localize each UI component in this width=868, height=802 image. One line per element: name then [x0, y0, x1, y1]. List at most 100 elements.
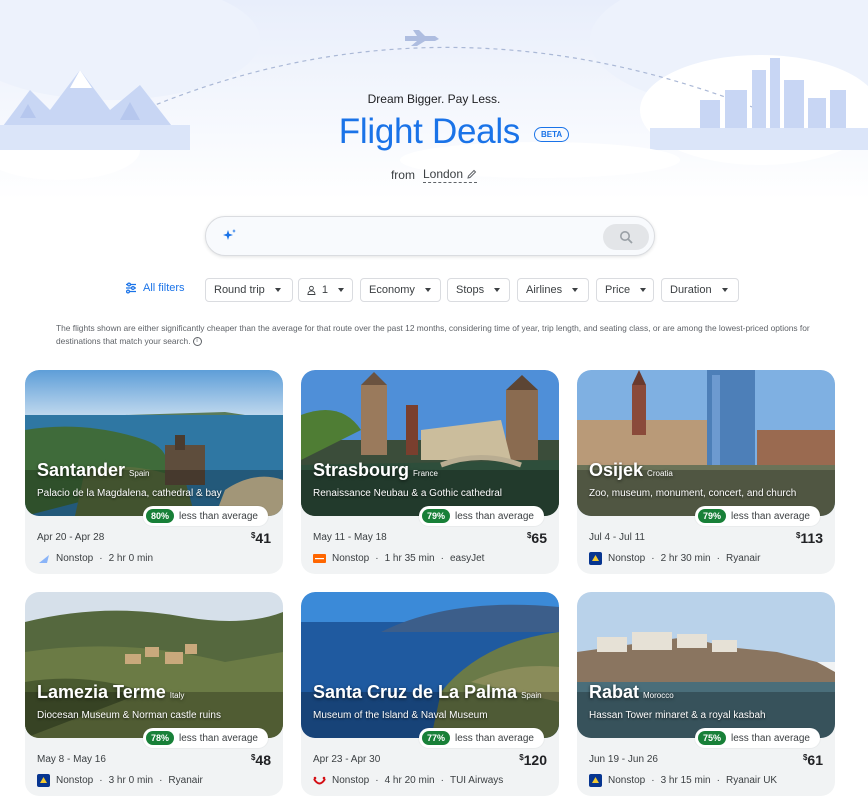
stops-dropdown[interactable]: Stops — [447, 278, 510, 302]
destination-country: Croatia — [647, 469, 673, 478]
flight-info: Nonstop · 4 hr 20 min · TUI Airways — [313, 774, 503, 787]
flight-info: Nonstop · 2 hr 0 min — [37, 552, 153, 565]
class-label: Economy — [369, 284, 415, 296]
trip-dates: Apr 20 - Apr 28 — [37, 532, 105, 543]
airline-name: easyJet — [449, 553, 485, 564]
person-icon — [307, 285, 316, 295]
savings-percent: 79% — [698, 509, 727, 523]
from-label: from — [390, 168, 415, 182]
all-filters-label: All filters — [143, 282, 185, 294]
savings-label: less than average — [179, 510, 258, 522]
search-button[interactable] — [603, 224, 649, 250]
deal-card[interactable]: Santander Spain Palacio de la Magdalena, … — [25, 370, 283, 574]
deal-card[interactable]: Santa Cruz de La Palma Spain Museum of th… — [301, 592, 559, 796]
deal-card[interactable]: Lamezia Terme Italy Diocesan Museum & Nor… — [25, 592, 283, 796]
ryanair-logo-icon — [589, 774, 602, 787]
stops-label: Stops — [456, 284, 485, 296]
chevron-down-icon — [338, 288, 344, 292]
airlines-dropdown[interactable]: Airlines — [517, 278, 589, 302]
savings-percent: 75% — [698, 731, 727, 745]
ryanair-logo-icon — [37, 774, 50, 787]
destination-highlights: Museum of the Island & Naval Museum — [313, 710, 488, 721]
trip-dates: Jun 19 - Jun 26 — [589, 754, 658, 765]
tui-logo-icon — [313, 774, 326, 787]
savings-badge: 79% less than average — [695, 506, 820, 526]
duration-text: 2 hr 30 min — [660, 553, 711, 564]
stops-text: Nonstop — [332, 775, 370, 786]
disclaimer-text: The flights shown are either significant… — [56, 323, 810, 346]
search-bar — [205, 216, 655, 256]
search-icon — [620, 231, 633, 244]
title-row: Flight Deals BETA — [0, 112, 868, 152]
deal-price: $120 — [519, 752, 547, 768]
deal-card[interactable]: Strasbourg France Renaissance Neubau & a … — [301, 370, 559, 574]
savings-percent: 77% — [422, 731, 451, 745]
deal-card[interactable]: Osijek Croatia Zoo, museum, monument, con… — [577, 370, 835, 574]
chevron-down-icon — [494, 288, 501, 292]
flight-info: Nonstop · 2 hr 30 min · Ryanair — [589, 552, 760, 565]
chevron-down-icon — [572, 288, 579, 292]
deal-price: $65 — [526, 530, 547, 546]
airline-name: TUI Airways — [449, 775, 504, 786]
destination-highlights: Renaissance Neubau & a Gothic cathedral — [313, 488, 503, 499]
trip-dates: Apr 23 - Apr 30 — [313, 754, 381, 765]
trip-dates: Jul 4 - Jul 11 — [589, 532, 645, 543]
savings-percent: 78% — [146, 731, 175, 745]
trip-type-dropdown[interactable]: Round trip — [205, 278, 293, 302]
price-dropdown[interactable]: Price — [596, 278, 654, 302]
savings-label: less than average — [455, 510, 534, 522]
ryanair-logo-icon — [589, 552, 602, 565]
airlines-label: Airlines — [526, 284, 563, 296]
chevron-down-icon — [424, 288, 431, 292]
info-icon[interactable]: i — [192, 337, 202, 347]
savings-label: less than average — [731, 510, 810, 522]
stops-text: Nonstop — [332, 553, 370, 564]
savings-percent: 79% — [422, 509, 451, 523]
duration-text: 2 hr 0 min — [108, 553, 154, 564]
airline-name: Ryanair — [168, 775, 203, 786]
savings-badge: 80% less than average — [143, 506, 268, 526]
all-filters-button[interactable]: All filters — [125, 282, 185, 294]
destination-city: Strasbourg France — [313, 460, 438, 480]
deal-card[interactable]: Rabat Morocco Hassan Tower minaret & a ro… — [577, 592, 835, 796]
stops-text: Nonstop — [608, 553, 646, 564]
destination-country: Italy — [169, 691, 185, 700]
disclaimer: The flights shown are either significant… — [56, 322, 846, 348]
savings-label: less than average — [731, 732, 810, 744]
price-label: Price — [605, 284, 631, 296]
filter-bar: All filters Round trip 1 Economy Stops A… — [0, 278, 868, 302]
trip-dates: May 11 - May 18 — [313, 532, 387, 543]
savings-badge: 75% less than average — [695, 728, 820, 748]
savings-badge: 77% less than average — [419, 728, 544, 748]
pencil-icon — [467, 169, 477, 179]
destination-city: Santa Cruz de La Palma Spain — [313, 682, 542, 702]
duration-dropdown[interactable]: Duration — [661, 278, 739, 302]
stops-text: Nonstop — [56, 553, 94, 564]
chevron-down-icon — [721, 288, 728, 292]
search-input[interactable] — [246, 225, 596, 249]
deal-price: $41 — [250, 530, 271, 546]
destination-city: Lamezia Terme Italy — [37, 682, 185, 702]
deal-price: $48 — [250, 752, 271, 768]
duration-text: 1 hr 35 min — [384, 553, 435, 564]
beta-badge: BETA — [534, 126, 570, 142]
stops-text: Nonstop — [608, 775, 646, 786]
destination-country: Morocco — [643, 691, 674, 700]
duration-label: Duration — [670, 284, 712, 296]
flight-info: Nonstop · 3 hr 0 min · Ryanair — [37, 774, 203, 787]
destination-city: Rabat Morocco — [589, 682, 674, 702]
class-dropdown[interactable]: Economy — [360, 278, 441, 302]
savings-label: less than average — [455, 732, 534, 744]
airline-name: Ryanair UK — [725, 775, 778, 786]
tune-icon — [126, 282, 136, 294]
origin-city-button[interactable]: London — [422, 167, 478, 183]
flight-info: Nonstop · 3 hr 15 min · Ryanair UK — [589, 774, 777, 787]
duration-text: 3 hr 15 min — [660, 775, 711, 786]
passengers-dropdown[interactable]: 1 — [298, 278, 353, 302]
destination-city: Osijek Croatia — [589, 460, 673, 480]
origin-selector: from London — [0, 167, 868, 183]
destination-highlights: Diocesan Museum & Norman castle ruins — [37, 710, 221, 721]
deal-price: $113 — [795, 530, 823, 546]
savings-badge: 79% less than average — [419, 506, 544, 526]
destination-highlights: Zoo, museum, monument, concert, and chur… — [589, 488, 797, 499]
